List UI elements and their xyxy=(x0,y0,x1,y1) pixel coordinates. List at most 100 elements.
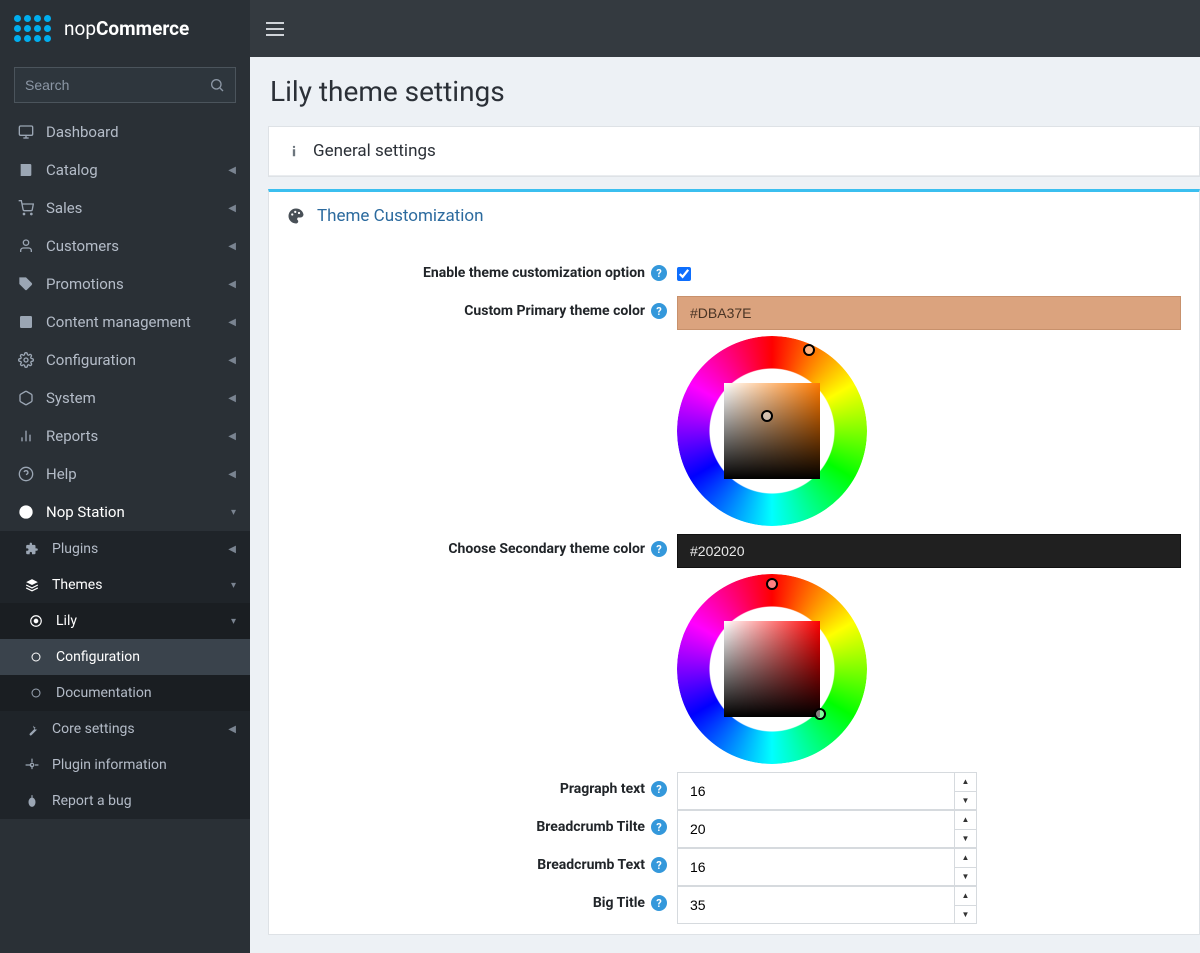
sidebar-item-catalog[interactable]: Catalog ◀ xyxy=(0,151,250,189)
sidebar-item-customers[interactable]: Customers ◀ xyxy=(0,227,250,265)
sidebar-item-report-a-bug[interactable]: Report a bug xyxy=(0,783,250,819)
sidebar-item-themes[interactable]: Themes ▾ xyxy=(0,567,250,603)
sidebar-item-label: Catalog xyxy=(46,161,98,179)
spin-down-button[interactable]: ▼ xyxy=(955,792,976,810)
sidebar-item-label: Help xyxy=(46,465,77,483)
numeric-input[interactable] xyxy=(678,887,954,923)
info-icon xyxy=(287,144,301,158)
sidebar-item-plugins[interactable]: Plugins ◀ xyxy=(0,531,250,567)
chevron-left-icon: ◀ xyxy=(228,279,236,290)
help-icon[interactable]: ? xyxy=(651,303,667,319)
sidebar-item-lily[interactable]: Lily ▾ xyxy=(0,603,250,639)
sidebar-item-reports[interactable]: Reports ◀ xyxy=(0,417,250,455)
chevron-left-icon: ◀ xyxy=(228,724,236,735)
cart-icon xyxy=(14,200,38,216)
sidebar-item-content-management[interactable]: Content management ◀ xyxy=(0,303,250,341)
sidebar-item-system[interactable]: System ◀ xyxy=(0,379,250,417)
chevron-down-icon: ▾ xyxy=(231,507,236,518)
search-icon xyxy=(209,77,225,93)
chart-icon xyxy=(14,428,38,444)
sidebar-item-configuration[interactable]: Configuration ◀ xyxy=(0,341,250,379)
sidebar-nav: Dashboard Catalog ◀ Sales ◀ Customers ◀ … xyxy=(0,113,250,953)
saturation-value-box[interactable] xyxy=(724,383,820,479)
user-icon xyxy=(14,238,38,254)
sidebar-item-label: Plugins xyxy=(52,541,98,557)
sidebar-item-label: Themes xyxy=(52,577,102,593)
chevron-left-icon: ◀ xyxy=(228,469,236,480)
help-icon[interactable]: ? xyxy=(651,265,667,281)
paragraph-text-input[interactable]: ▲ ▼ xyxy=(677,772,977,810)
secondary-color-input[interactable] xyxy=(677,534,1181,568)
chevron-left-icon: ◀ xyxy=(228,393,236,404)
numeric-input[interactable] xyxy=(678,773,954,809)
spin-up-button[interactable]: ▲ xyxy=(955,811,976,830)
help-icon[interactable]: ? xyxy=(651,781,667,797)
sidebar-item-label: Core settings xyxy=(52,721,135,737)
sv-handle[interactable] xyxy=(761,410,773,422)
sidebar-item-lily-configuration[interactable]: Configuration xyxy=(0,639,250,675)
sidebar-item-promotions[interactable]: Promotions ◀ xyxy=(0,265,250,303)
spin-down-button[interactable]: ▼ xyxy=(955,868,976,886)
sidebar-item-help[interactable]: Help ◀ xyxy=(0,455,250,493)
brand-logo[interactable]: nopCommerce xyxy=(0,0,250,57)
book-icon xyxy=(14,162,38,178)
panel-title: Theme Customization xyxy=(317,206,483,226)
help-icon[interactable]: ? xyxy=(651,819,667,835)
spin-up-button[interactable]: ▲ xyxy=(955,773,976,792)
sidebar: nopCommerce Dashboard Catalog ◀ Sales xyxy=(0,0,250,953)
spin-up-button[interactable]: ▲ xyxy=(955,849,976,868)
puzzle-icon xyxy=(20,542,44,556)
secondary-color-picker[interactable] xyxy=(677,574,867,764)
sidebar-item-label: Lily xyxy=(56,613,77,629)
field-label: Breadcrumb Text xyxy=(537,857,645,873)
field-label: Choose Secondary theme color xyxy=(448,541,645,557)
sidebar-item-core-settings[interactable]: Core settings ◀ xyxy=(0,711,250,747)
help-icon[interactable]: ? xyxy=(651,895,667,911)
field-label: Custom Primary theme color xyxy=(464,303,645,319)
topbar xyxy=(250,0,1200,57)
spin-up-button[interactable]: ▲ xyxy=(955,887,976,906)
help-icon[interactable]: ? xyxy=(651,541,667,557)
chevron-left-icon: ◀ xyxy=(228,241,236,252)
hue-handle[interactable] xyxy=(766,578,778,590)
field-label: Big Title xyxy=(593,895,645,911)
globe-icon xyxy=(14,504,38,520)
menu-toggle-button[interactable] xyxy=(266,22,284,36)
sidebar-item-label: Report a bug xyxy=(52,793,132,809)
sidebar-item-label: Sales xyxy=(46,199,82,217)
help-icon[interactable]: ? xyxy=(651,857,667,873)
enable-customization-checkbox[interactable] xyxy=(677,267,691,281)
sidebar-item-sales[interactable]: Sales ◀ xyxy=(0,189,250,227)
sidebar-item-plugin-information[interactable]: Plugin information xyxy=(0,747,250,783)
primary-color-picker[interactable] xyxy=(677,336,867,526)
general-settings-panel[interactable]: General settings xyxy=(268,126,1200,177)
spin-down-button[interactable]: ▼ xyxy=(955,906,976,924)
breadcrumb-text-input[interactable]: ▲ ▼ xyxy=(677,848,977,886)
spin-down-button[interactable]: ▼ xyxy=(955,830,976,848)
sidebar-item-label: Configuration xyxy=(56,649,140,665)
big-title-input[interactable]: ▲ ▼ xyxy=(677,886,977,924)
numeric-input[interactable] xyxy=(678,811,954,847)
primary-color-input[interactable] xyxy=(677,296,1181,330)
sidebar-item-lily-documentation[interactable]: Documentation xyxy=(0,675,250,711)
chevron-left-icon: ◀ xyxy=(228,431,236,442)
saturation-value-box[interactable] xyxy=(724,621,820,717)
monitor-icon xyxy=(14,124,38,140)
panel-header[interactable]: Theme Customization xyxy=(269,192,1199,240)
sidebar-search[interactable] xyxy=(14,67,236,103)
theme-customization-panel: Theme Customization Enable theme customi… xyxy=(268,189,1200,935)
numeric-input[interactable] xyxy=(678,849,954,885)
sidebar-item-dashboard[interactable]: Dashboard xyxy=(0,113,250,151)
sidebar-item-label: Content management xyxy=(46,313,191,331)
chevron-down-icon: ▾ xyxy=(231,616,236,627)
hue-handle[interactable] xyxy=(803,344,815,356)
chevron-left-icon: ◀ xyxy=(228,355,236,366)
breadcrumb-title-input[interactable]: ▲ ▼ xyxy=(677,810,977,848)
sidebar-item-nop-station[interactable]: Nop Station ▾ xyxy=(0,493,250,531)
sidebar-item-label: Reports xyxy=(46,427,98,445)
circle-icon xyxy=(24,687,48,699)
chevron-left-icon: ◀ xyxy=(228,165,236,176)
search-input[interactable] xyxy=(25,77,209,93)
cogs-icon xyxy=(14,352,38,368)
sv-handle[interactable] xyxy=(814,708,826,720)
